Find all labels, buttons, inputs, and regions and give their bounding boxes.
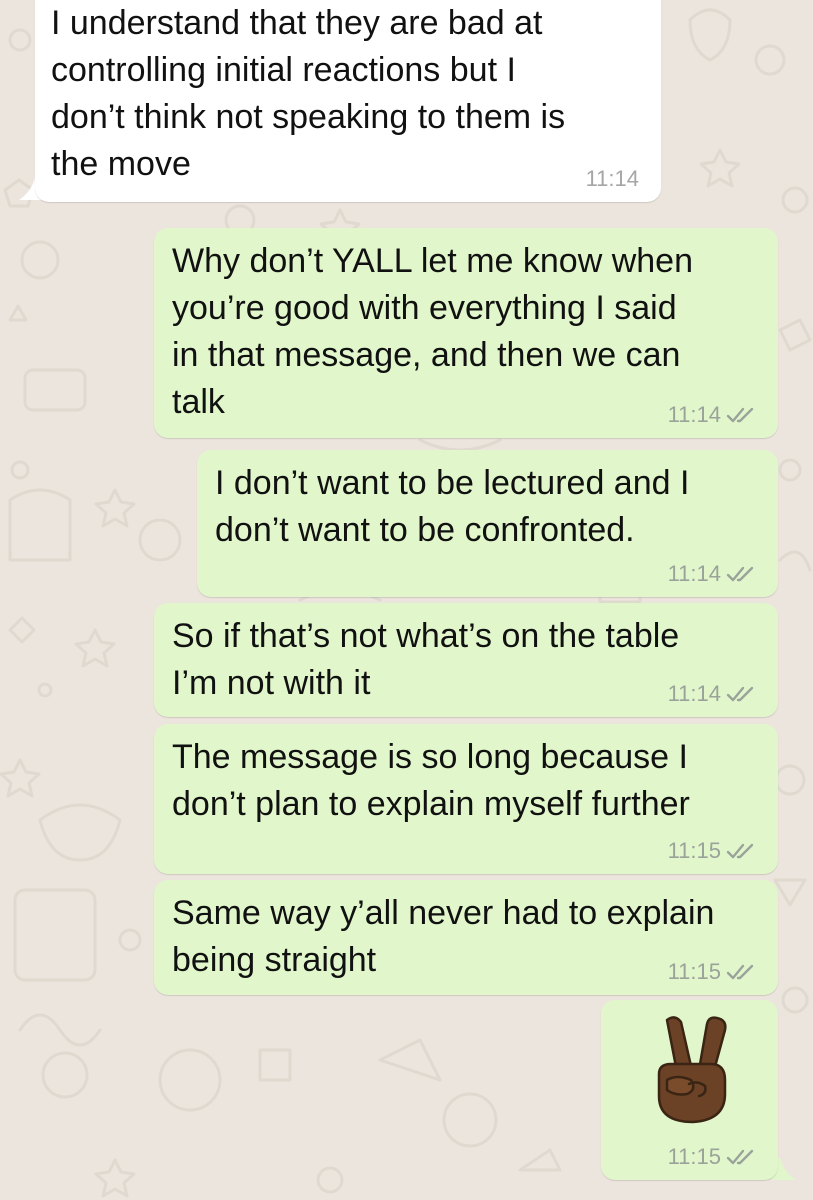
message-time: 11:14: [667, 561, 721, 586]
message-time: 11:15: [667, 959, 721, 984]
double-check-icon: [726, 964, 754, 980]
double-check-icon: [726, 686, 754, 702]
message-text: I understand that they are bad at contro…: [51, 4, 566, 183]
double-check-icon: [726, 566, 754, 582]
victory-hand-emoji: [657, 1016, 727, 1124]
message-bubble-outgoing[interactable]: The message is so long because I don’t p…: [154, 724, 778, 874]
message-meta: 11:15: [668, 959, 756, 985]
message-meta: 11:14: [668, 402, 756, 428]
message-time: 11:15: [667, 1144, 721, 1169]
message-meta: 11:14: [668, 681, 756, 707]
message-text: I don’t want to be lectured and I don’t …: [215, 464, 690, 549]
double-check-icon: [726, 843, 754, 859]
message-time: 11:14: [585, 166, 639, 191]
double-check-icon: [726, 407, 754, 423]
message-bubble-outgoing[interactable]: I don’t want to be lectured and I don’t …: [197, 450, 778, 597]
message-bubble-outgoing[interactable]: 11:15: [601, 1000, 778, 1180]
message-meta: 11:14: [586, 166, 639, 192]
message-bubble-incoming[interactable]: I understand that they are bad at contro…: [35, 0, 661, 202]
message-time: 11:15: [667, 838, 721, 863]
message-time: 11:14: [667, 681, 721, 706]
message-meta: 11:15: [668, 838, 756, 864]
chat-view[interactable]: I understand that they are bad at contro…: [0, 0, 813, 1200]
message-bubble-outgoing[interactable]: So if that’s not what’s on the table I’m…: [154, 603, 778, 717]
message-text: The message is so long because I don’t p…: [172, 738, 690, 823]
message-time: 11:14: [667, 402, 721, 427]
message-bubble-outgoing[interactable]: Same way y’all never had to explain bein…: [154, 880, 778, 995]
message-meta: 11:15: [668, 1144, 756, 1170]
double-check-icon: [726, 1149, 754, 1165]
message-bubble-outgoing[interactable]: Why don’t YALL let me know when you’re g…: [154, 228, 778, 438]
message-text: Why don’t YALL let me know when you’re g…: [172, 242, 693, 421]
message-meta: 11:14: [668, 561, 756, 587]
